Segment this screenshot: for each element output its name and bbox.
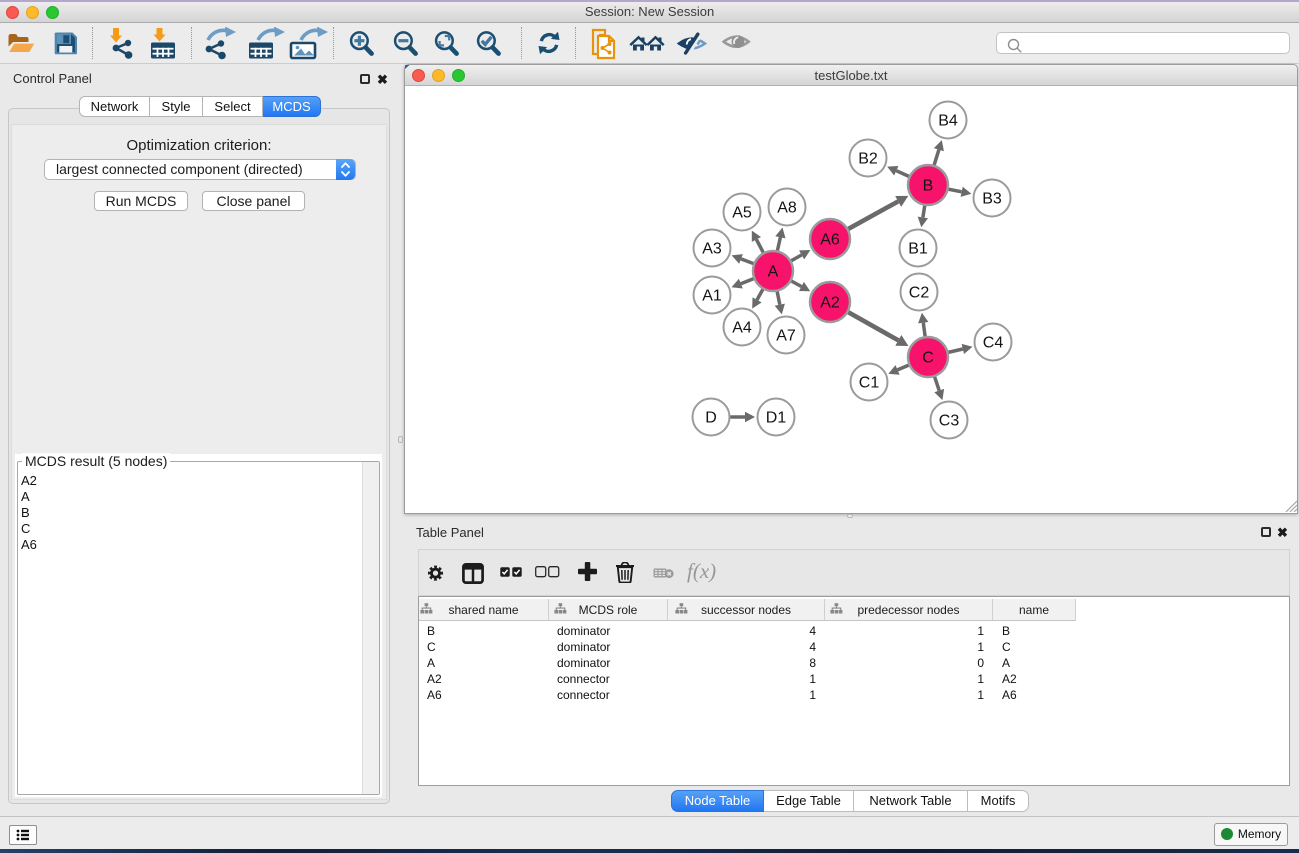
svg-text:D: D	[705, 410, 717, 427]
svg-text:A6: A6	[820, 232, 840, 249]
svg-text:C: C	[922, 350, 934, 367]
svg-text:B4: B4	[938, 113, 958, 130]
svg-text:C4: C4	[983, 335, 1004, 352]
svg-text:B: B	[923, 178, 934, 195]
svg-text:B1: B1	[908, 241, 928, 258]
svg-text:A3: A3	[702, 241, 722, 258]
svg-text:A2: A2	[820, 295, 840, 312]
svg-text:D1: D1	[766, 410, 787, 427]
svg-text:A8: A8	[777, 200, 797, 217]
svg-text:C2: C2	[909, 285, 930, 302]
svg-text:C1: C1	[859, 375, 880, 392]
svg-text:A4: A4	[732, 320, 752, 337]
svg-text:A7: A7	[776, 328, 796, 345]
svg-text:B3: B3	[982, 191, 1002, 208]
svg-text:A1: A1	[702, 288, 722, 305]
svg-text:C3: C3	[939, 413, 960, 430]
svg-text:A: A	[768, 264, 779, 281]
svg-text:A5: A5	[732, 205, 752, 222]
svg-text:B2: B2	[858, 151, 878, 168]
